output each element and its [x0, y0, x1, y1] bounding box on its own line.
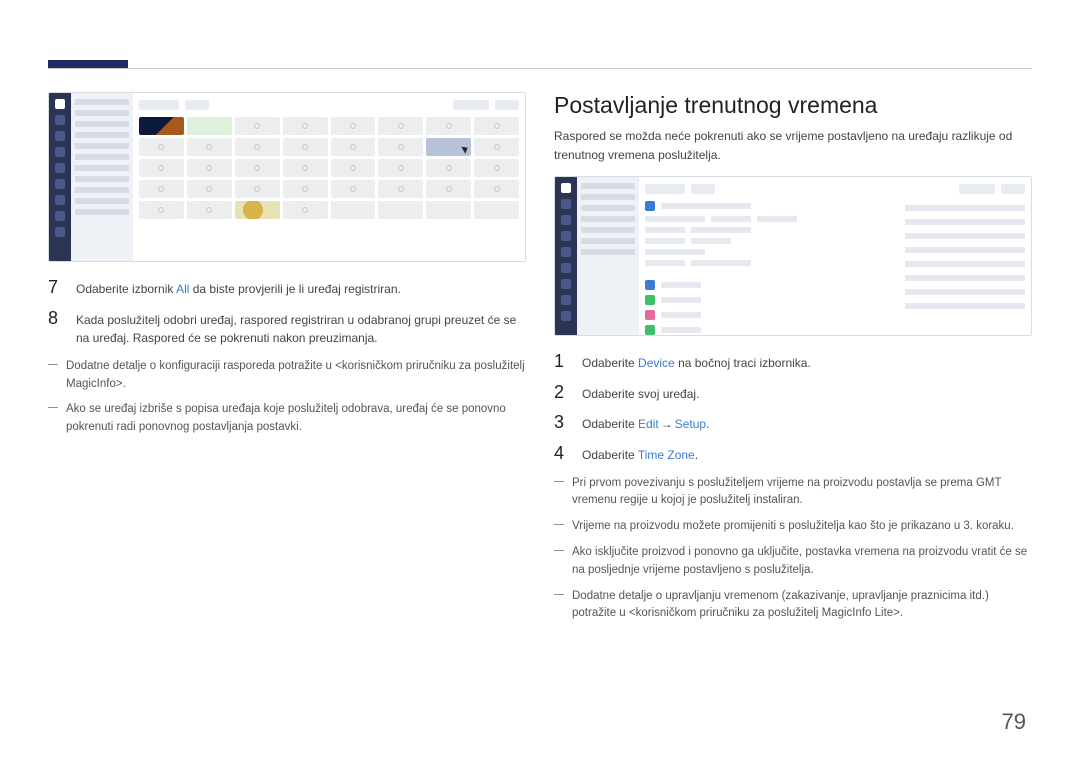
note-item: Vrijeme na proizvodu možete promijeniti …	[554, 518, 1032, 536]
step-text: Odaberite Device na bočnoj traci izborni…	[582, 352, 1032, 373]
step-2: 2 Odaberite svoj uređaj.	[554, 383, 1032, 404]
right-step-list: 1 Odaberite Device na bočnoj traci izbor…	[554, 352, 1032, 464]
step-text: Odaberite izbornik All da biste provjeri…	[76, 278, 526, 299]
step-number: 4	[554, 444, 568, 465]
note-item: Dodatne detalje o upravljanju vremenom (…	[554, 588, 1032, 624]
left-column: 7 Odaberite izbornik All da biste provje…	[48, 92, 526, 723]
step-7: 7 Odaberite izbornik All da biste provje…	[48, 278, 526, 299]
note-item: Ako se uređaj izbriše s popisa uređaja k…	[48, 401, 526, 437]
screenshot-time-edit	[554, 176, 1032, 336]
note-item: Ako isključite proizvod i ponovno ga ukl…	[554, 544, 1032, 580]
header-accent-bar	[48, 60, 128, 68]
left-step-list: 7 Odaberite izbornik All da biste provje…	[48, 278, 526, 348]
header-divider	[48, 68, 1032, 69]
step-number: 7	[48, 278, 62, 299]
step-number: 8	[48, 309, 62, 348]
step-1: 1 Odaberite Device na bočnoj traci izbor…	[554, 352, 1032, 373]
note-item: Dodatne detalje o konfiguraciji raspored…	[48, 358, 526, 394]
step-text: Odaberite Time Zone.	[582, 444, 1032, 465]
step-text: Odaberite svoj uređaj.	[582, 383, 1032, 404]
step-8: 8 Kada poslužitelj odobri uređaj, raspor…	[48, 309, 526, 348]
step-4: 4 Odaberite Time Zone.	[554, 444, 1032, 465]
section-title: Postavljanje trenutnog vremena	[554, 92, 1032, 119]
section-intro: Raspored se možda neće pokrenuti ako se …	[554, 127, 1032, 164]
screenshot-device-grid	[48, 92, 526, 262]
step-3: 3 Odaberite Edit → Setup.	[554, 413, 1032, 434]
step-number: 3	[554, 413, 568, 434]
right-notes: Pri prvom povezivanju s poslužiteljem vr…	[554, 475, 1032, 624]
step-text: Odaberite Edit → Setup.	[582, 413, 1032, 434]
step-number: 1	[554, 352, 568, 373]
left-notes: Dodatne detalje o konfiguraciji raspored…	[48, 358, 526, 437]
step-text: Kada poslužitelj odobri uređaj, raspored…	[76, 309, 526, 348]
page-number: 79	[1002, 709, 1026, 735]
note-item: Pri prvom povezivanju s poslužiteljem vr…	[554, 475, 1032, 511]
right-column: Postavljanje trenutnog vremena Raspored …	[554, 92, 1032, 723]
step-number: 2	[554, 383, 568, 404]
